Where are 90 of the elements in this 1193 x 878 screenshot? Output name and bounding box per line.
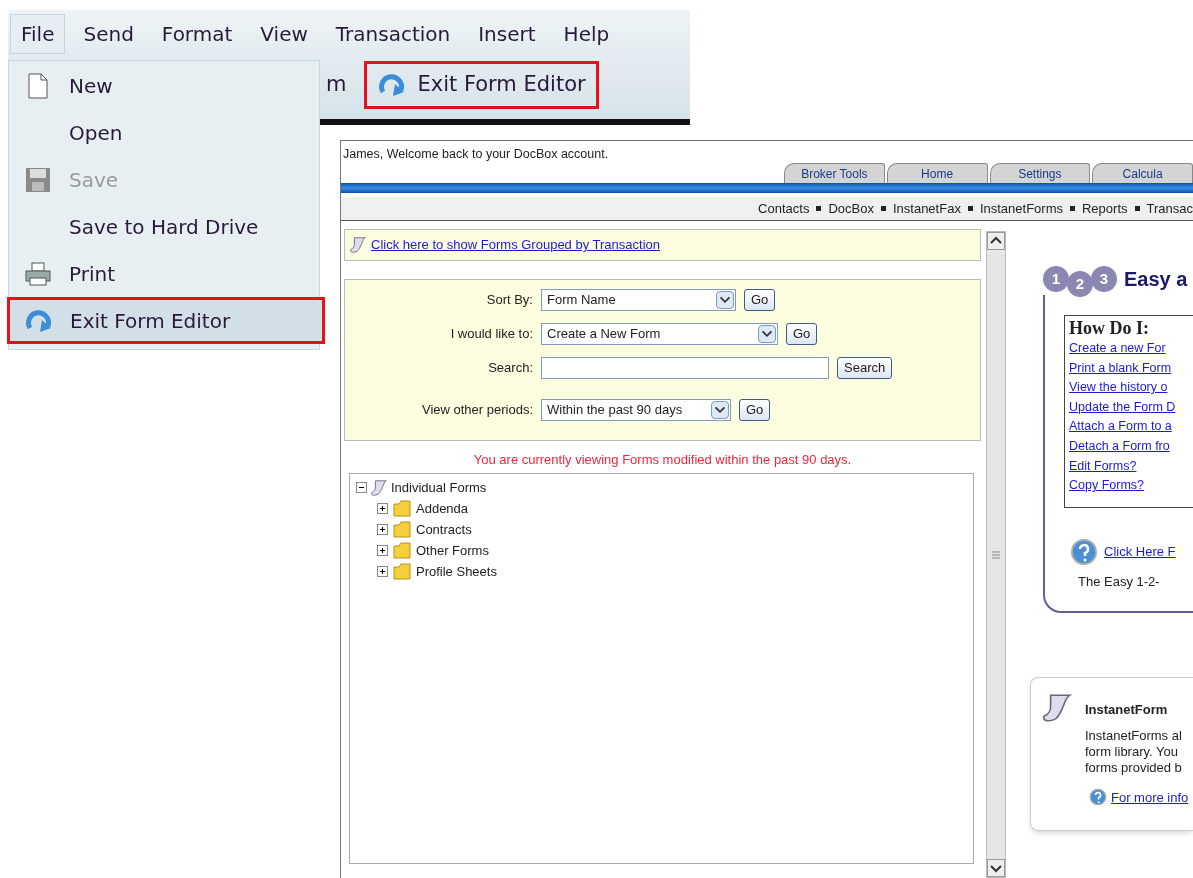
toolbar-text: m xyxy=(326,71,347,99)
menu-option[interactable]: Open xyxy=(9,109,317,156)
dropdown-field[interactable]: Create a New Form xyxy=(541,323,778,345)
expand-icon[interactable] xyxy=(377,545,388,556)
tree-item[interactable]: Individual Forms xyxy=(391,477,487,498)
dropdown-caret-icon xyxy=(716,291,734,309)
search-field[interactable] xyxy=(541,357,829,379)
folder-icon xyxy=(393,521,411,538)
help-link[interactable]: Print a blank Form xyxy=(1069,358,1193,379)
bullet-icon xyxy=(967,206,973,211)
info-text: form library. You xyxy=(1085,743,1179,760)
status-message: You are currently viewing Forms modified within the past 90 days. xyxy=(472,451,853,469)
menu-item[interactable]: File xyxy=(10,14,66,54)
nav-link[interactable]: InstanetFax xyxy=(892,198,961,219)
tree-item[interactable]: Other Forms xyxy=(416,540,489,561)
field-label: Sort By: xyxy=(485,291,533,310)
scrollbar[interactable] xyxy=(986,231,1006,878)
scroll-icon xyxy=(370,478,388,497)
info-text: forms provided b xyxy=(1085,759,1182,776)
collapse-icon[interactable] xyxy=(356,482,367,493)
field-label: I would like to: xyxy=(449,325,533,344)
help-link[interactable]: View the history o xyxy=(1069,378,1193,398)
nav-link[interactable]: Contacts xyxy=(758,198,810,219)
info-title: InstanetForm xyxy=(1085,701,1169,719)
tree-item[interactable]: Profile Sheets xyxy=(416,561,497,582)
field-label: View other periods: xyxy=(420,401,533,420)
help-link[interactable]: Update the Form D xyxy=(1069,397,1193,418)
bullet-icon xyxy=(1134,206,1140,211)
menu-item[interactable]: Insert xyxy=(468,14,546,54)
folder-icon xyxy=(393,563,411,580)
scroll-icon xyxy=(349,236,367,254)
expand-icon[interactable] xyxy=(377,566,388,577)
menu-item[interactable]: Send xyxy=(73,14,144,54)
printer-icon xyxy=(25,261,51,286)
menu-item[interactable]: View xyxy=(250,14,318,54)
step-number: 3 xyxy=(1091,266,1117,292)
tree-item[interactable]: Addenda xyxy=(416,498,469,519)
dropdown-field[interactable]: Within the past 90 days xyxy=(541,399,731,421)
scroll-icon xyxy=(1041,692,1073,724)
folder-icon xyxy=(393,542,411,559)
page-icon xyxy=(27,72,49,99)
nav-tab[interactable]: Settings xyxy=(989,163,1091,183)
help-icon xyxy=(1070,538,1098,566)
bullet-icon xyxy=(1070,206,1075,211)
bullet-icon xyxy=(816,206,822,211)
expand-icon[interactable] xyxy=(377,524,388,535)
grouped-forms-link[interactable]: Click here to show Forms Grouped by Transaction xyxy=(371,235,660,255)
tree-item[interactable]: Contracts xyxy=(416,519,472,540)
help-link[interactable]: Detach a Form fro xyxy=(1069,436,1193,457)
menu-item[interactable]: Format xyxy=(151,14,243,54)
menu-option[interactable]: Exit Form Editor xyxy=(7,297,325,344)
info-text: InstanetForms al xyxy=(1085,727,1182,744)
nav-link[interactable]: Reports xyxy=(1082,198,1128,219)
more-info-link[interactable]: For more info xyxy=(1111,787,1189,807)
nav-tab[interactable]: Home xyxy=(886,163,988,183)
expand-icon[interactable] xyxy=(377,503,388,514)
welcome-text: James, Welcome back to your DocBox account. xyxy=(342,146,610,162)
grip-icon xyxy=(991,550,1001,559)
folder-icon xyxy=(393,500,411,517)
exit-form-editor-button[interactable]: Exit Form Editor xyxy=(364,61,599,109)
nav-link[interactable]: Transac xyxy=(1146,198,1193,219)
go-button[interactable]: Go xyxy=(786,323,818,345)
help-link[interactable]: Attach a Form to a xyxy=(1069,417,1193,437)
dropdown-caret-icon xyxy=(711,401,729,419)
nav-tab[interactable]: Broker Tools xyxy=(784,163,885,183)
search-button[interactable]: Search xyxy=(837,357,893,379)
help-caption: The Easy 1-2- xyxy=(1077,573,1161,591)
dropdown-caret-icon xyxy=(758,325,776,343)
help-link[interactable]: Create a new For xyxy=(1069,339,1193,359)
menu-item[interactable]: Transaction xyxy=(325,14,461,54)
menu-option[interactable]: Save to Hard Drive xyxy=(9,203,317,250)
nav-link[interactable]: InstanetForms xyxy=(979,198,1063,219)
step-number: 2 xyxy=(1067,271,1093,297)
how-do-i-title: How Do I: xyxy=(1069,317,1150,339)
nav-tab[interactable]: Calcula xyxy=(1092,163,1193,183)
nav-link[interactable]: DocBox xyxy=(828,198,874,219)
help-link[interactable]: Copy Forms? xyxy=(1069,476,1193,496)
step-number: 1 xyxy=(1043,266,1069,292)
dropdown-field[interactable]: Form Name xyxy=(541,289,736,311)
menu-option[interactable]: Print xyxy=(9,250,317,297)
menu-option[interactable]: New xyxy=(9,62,317,109)
go-button[interactable]: Go xyxy=(744,289,776,311)
field-label: Search: xyxy=(487,359,533,378)
help-page-link[interactable]: Click Here F xyxy=(1104,542,1176,562)
help-icon xyxy=(1089,788,1107,807)
bullet-icon xyxy=(880,206,886,211)
menu-item[interactable]: Help xyxy=(553,14,620,54)
help-link[interactable]: Edit Forms? xyxy=(1069,456,1193,477)
help-title: Easy a xyxy=(1124,267,1188,292)
go-button[interactable]: Go xyxy=(739,399,771,421)
